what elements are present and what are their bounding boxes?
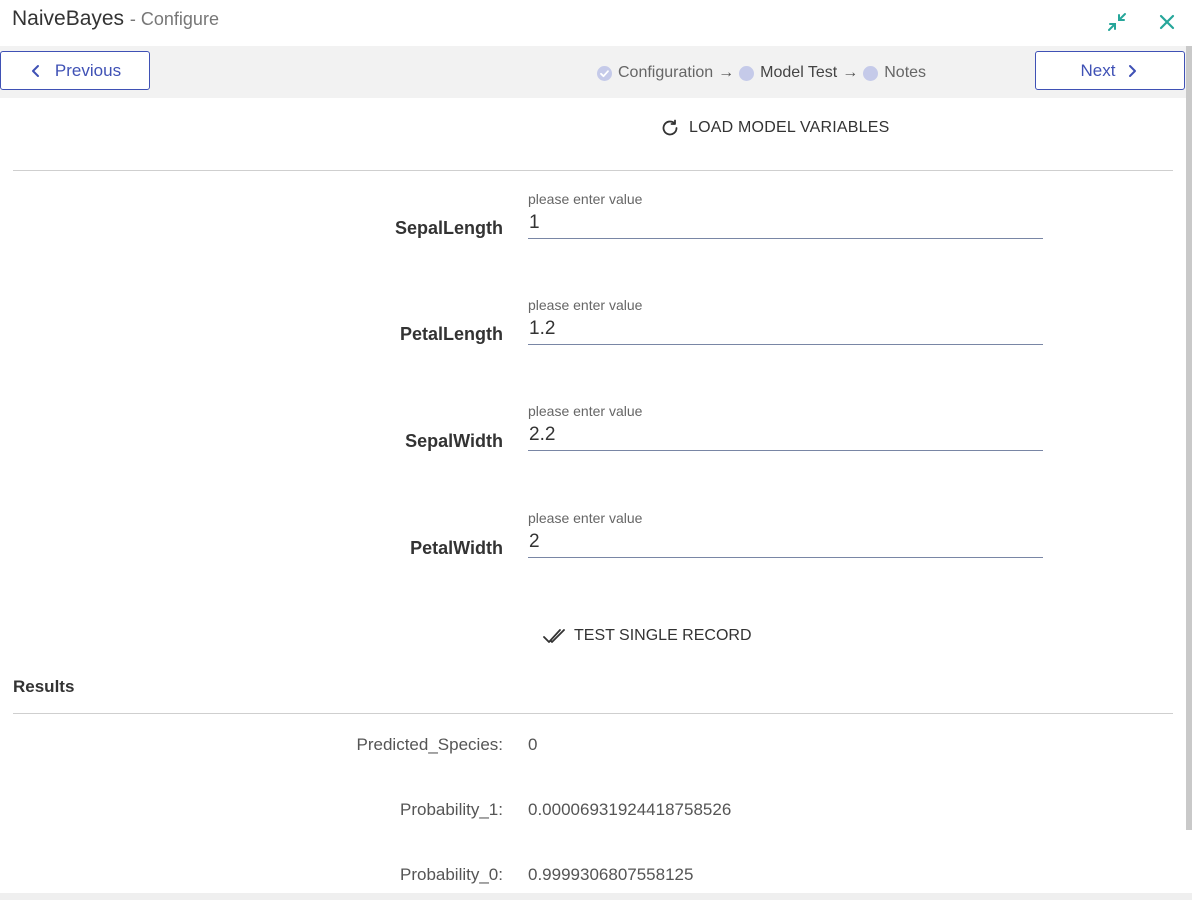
sepal-length-input[interactable] xyxy=(528,207,1043,239)
window-title-text: NaiveBayes xyxy=(12,7,125,30)
next-button[interactable]: Next xyxy=(1035,51,1185,90)
results-title: Results xyxy=(13,677,75,696)
field-hint: please enter value xyxy=(528,403,643,419)
wizard-steps: Configuration → Model Test → Notes xyxy=(597,63,926,83)
result-label: Predicted_Species: xyxy=(356,735,503,754)
field-sepal-width: SepalWidth please enter value xyxy=(0,403,1192,473)
previous-button[interactable]: Previous xyxy=(0,51,150,90)
result-row: Probability_1: 0.00006931924418758526 xyxy=(0,800,1192,822)
step-model-test[interactable]: Model Test xyxy=(739,64,837,82)
chevron-left-icon xyxy=(31,64,39,77)
window-title: NaiveBayes - Configure xyxy=(12,7,219,31)
step-configuration[interactable]: Configuration xyxy=(597,64,713,82)
test-single-record-label: TEST SINGLE RECORD xyxy=(574,627,752,644)
check-circle-icon xyxy=(597,65,612,81)
compress-arrows-icon[interactable] xyxy=(1106,11,1128,33)
step-arrow: → xyxy=(842,64,859,81)
result-label: Probability_0: xyxy=(399,865,503,884)
field-label: PetalLength xyxy=(399,324,503,344)
wizard-bar: Previous Configuration → Model Test → No… xyxy=(0,46,1186,98)
field-label: PetalWidth xyxy=(410,538,503,558)
result-value: 0.00006931924418758526 xyxy=(528,800,732,819)
step-label: Model Test xyxy=(760,64,838,81)
result-row: Predicted_Species: 0 xyxy=(0,735,1192,757)
chevron-right-icon xyxy=(1129,64,1137,77)
result-value: 0.9999306807558125 xyxy=(528,865,694,884)
result-value: 0 xyxy=(528,735,538,754)
field-label: SepalLength xyxy=(394,218,503,238)
step-label: Configuration xyxy=(618,64,714,81)
step-arrow: → xyxy=(718,64,735,81)
field-sepal-length: SepalLength please enter value xyxy=(0,191,1192,261)
divider xyxy=(13,170,1173,171)
step-label: Notes xyxy=(884,64,927,81)
field-petal-width: PetalWidth please enter value xyxy=(0,510,1192,580)
load-model-variables-label: LOAD MODEL VARIABLES xyxy=(689,119,890,136)
step-notes[interactable]: Notes xyxy=(863,64,926,82)
step-dot-icon xyxy=(739,65,755,81)
scrollbar[interactable] xyxy=(1186,46,1192,830)
result-label: Probability_1: xyxy=(399,800,503,819)
field-hint: please enter value xyxy=(528,191,643,207)
title-bar: NaiveBayes - Configure xyxy=(0,0,1192,46)
divider xyxy=(13,713,1173,714)
bottom-edge xyxy=(0,893,1192,900)
field-hint: please enter value xyxy=(528,297,643,313)
refresh-icon xyxy=(662,119,678,136)
test-single-record-button[interactable]: TEST SINGLE RECORD xyxy=(543,624,752,648)
double-check-icon xyxy=(543,629,565,643)
next-button-label: Next xyxy=(1080,60,1116,80)
field-label: SepalWidth xyxy=(405,431,503,451)
previous-button-label: Previous xyxy=(54,60,122,80)
field-petal-length: PetalLength please enter value xyxy=(0,297,1192,367)
close-icon[interactable] xyxy=(1156,11,1178,33)
petal-width-input[interactable] xyxy=(528,526,1043,558)
load-model-variables-button[interactable]: LOAD MODEL VARIABLES xyxy=(660,116,890,140)
window-subtitle: - Configure xyxy=(129,9,219,29)
field-hint: please enter value xyxy=(528,510,643,526)
result-row: Probability_0: 0.9999306807558125 xyxy=(0,865,1192,887)
sepal-width-input[interactable] xyxy=(528,419,1043,451)
petal-length-input[interactable] xyxy=(528,313,1043,345)
step-dot-icon xyxy=(863,65,879,81)
